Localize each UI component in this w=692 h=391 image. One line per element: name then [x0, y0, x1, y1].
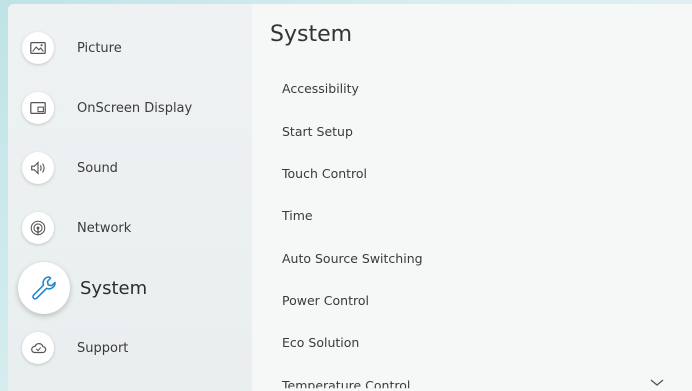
- scroll-down-indicator[interactable]: [650, 377, 664, 390]
- sidebar-item-network[interactable]: Network: [8, 198, 252, 258]
- settings-sidebar: Picture OnScreen Display Sound Network S: [8, 4, 252, 391]
- menu-item-time[interactable]: Time: [282, 205, 313, 227]
- sound-icon: [22, 152, 54, 184]
- menu-item-power-control[interactable]: Power Control: [282, 290, 369, 312]
- sidebar-item-label: Sound: [77, 160, 118, 176]
- menu-item-eco-solution[interactable]: Eco Solution: [282, 332, 359, 354]
- sidebar-item-label: System: [80, 277, 148, 299]
- cloud-support-icon: [22, 332, 54, 364]
- chevron-down-icon: [650, 379, 664, 386]
- system-menu: System Accessibility Start Setup Touch C…: [252, 4, 692, 391]
- menu-item-auto-source-switching[interactable]: Auto Source Switching: [282, 248, 423, 270]
- menu-item-touch-control[interactable]: Touch Control: [282, 163, 367, 185]
- sidebar-item-sound[interactable]: Sound: [8, 138, 252, 198]
- sidebar-item-support[interactable]: Support: [8, 318, 252, 378]
- sidebar-item-label: OnScreen Display: [77, 100, 193, 116]
- sidebar-item-label: Support: [77, 340, 129, 356]
- wrench-icon: [18, 262, 70, 314]
- menu-item-temperature-control[interactable]: Temperature Control: [282, 375, 410, 388]
- sidebar-item-onscreen-display[interactable]: OnScreen Display: [8, 78, 252, 138]
- menu-item-accessibility[interactable]: Accessibility: [282, 78, 359, 100]
- page-title: System: [270, 22, 353, 47]
- menu-item-start-setup[interactable]: Start Setup: [282, 121, 353, 143]
- picture-icon: [22, 32, 54, 64]
- sidebar-item-label: Picture: [77, 40, 122, 56]
- settings-panel: Picture OnScreen Display Sound Network S: [8, 4, 692, 391]
- sidebar-item-label: Network: [77, 220, 132, 236]
- onscreen-display-icon: [22, 92, 54, 124]
- network-icon: [22, 212, 54, 244]
- sidebar-item-picture[interactable]: Picture: [8, 18, 252, 78]
- sidebar-item-system[interactable]: System: [8, 258, 252, 318]
